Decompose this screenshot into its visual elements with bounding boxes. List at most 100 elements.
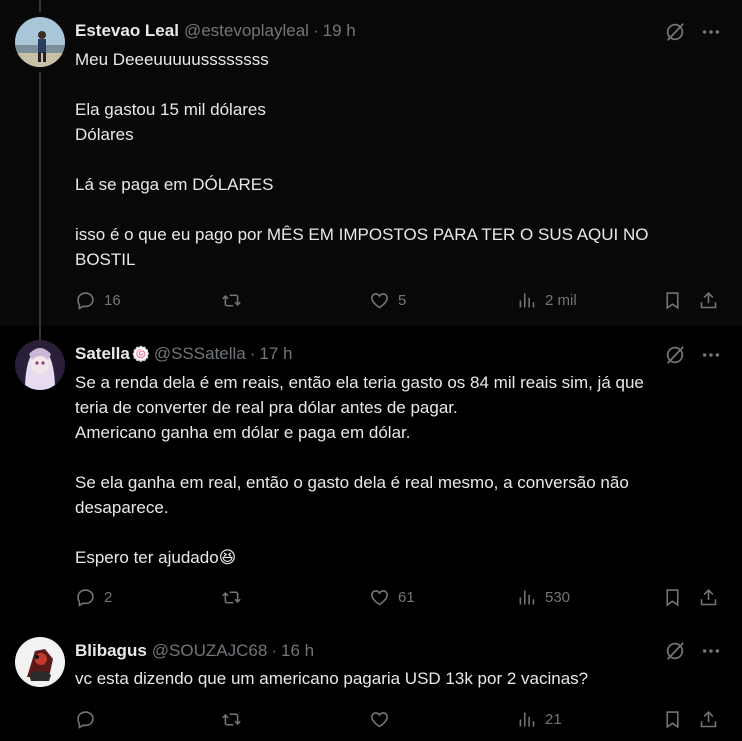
share-button[interactable] xyxy=(698,585,719,609)
tweet-header: Satella 🍥 @SSSatella · 17 h xyxy=(75,343,722,365)
tweet-header: Blibagus @SOUZAJC68 · 16 h xyxy=(75,640,722,662)
header-icons xyxy=(664,344,722,366)
views-count: 530 xyxy=(545,588,571,606)
tweet-text-line: Lá se paga em DÓLARES xyxy=(75,175,274,194)
tweet-text: Meu Deeeuuuuussssssss Ela gastou 15 mil d… xyxy=(75,47,714,272)
like-button[interactable] xyxy=(369,707,398,731)
views-button[interactable]: 530 xyxy=(516,585,570,609)
tweet-text-line: Espero ter ajudado😆 xyxy=(75,548,237,567)
reply-count: 2 xyxy=(104,588,113,606)
reply-icon xyxy=(77,588,94,607)
tweet-actions: 16 5 2 mil xyxy=(75,288,720,312)
tweet-actions: 2 61 530 xyxy=(75,585,720,609)
heart-icon xyxy=(371,292,388,308)
share-icon xyxy=(700,588,717,605)
retweet-button[interactable] xyxy=(221,707,250,731)
tweet-text-line xyxy=(75,72,714,97)
views-count: 2 mil xyxy=(545,291,577,309)
author-handle[interactable]: @estevoplayleal xyxy=(184,21,309,41)
share-icon xyxy=(700,291,717,308)
retweet-button[interactable] xyxy=(221,288,250,312)
timestamp[interactable]: 19 h xyxy=(323,21,356,41)
reply-button[interactable]: 2 xyxy=(75,585,112,609)
retweet-icon xyxy=(222,712,241,726)
share-button[interactable] xyxy=(698,707,719,731)
tweet-text-line xyxy=(75,197,714,222)
heart-icon xyxy=(371,711,388,727)
tweet[interactable]: Satella 🍥 @SSSatella · 17 h Se a renda d… xyxy=(0,326,742,622)
author-handle[interactable]: @SSSatella xyxy=(154,344,246,364)
avatar[interactable] xyxy=(15,17,65,67)
like-count: 5 xyxy=(398,291,407,309)
timestamp[interactable]: 17 h xyxy=(259,344,292,364)
grok-icon[interactable] xyxy=(664,640,686,662)
heart-icon xyxy=(371,589,388,605)
author-name[interactable]: Satella xyxy=(75,344,130,364)
views-icon xyxy=(519,590,535,604)
tweet-text-line: Americano ganha em dólar e paga em dólar… xyxy=(75,423,411,442)
tweet-text-line: Dólares xyxy=(75,125,134,144)
tweet-text-line: teria de converter de real pra dólar ant… xyxy=(75,398,458,417)
more-icon[interactable] xyxy=(700,640,722,662)
tweet-text-line: isso é o que eu pago por MÊS EM IMPOSTOS… xyxy=(75,225,649,244)
tweet[interactable]: Blibagus @SOUZAJC68 · 16 h vc esta dizen… xyxy=(0,622,742,741)
more-icon[interactable] xyxy=(700,344,722,366)
like-button[interactable]: 5 xyxy=(369,288,406,312)
avatar[interactable] xyxy=(15,340,65,390)
reply-icon xyxy=(77,291,94,310)
share-button[interactable] xyxy=(698,288,719,312)
tweet-text-line: desaparece. xyxy=(75,498,169,517)
tweet-text-line: Meu Deeeuuuuussssssss xyxy=(75,50,269,69)
tweet[interactable]: Estevao Leal @estevoplayleal · 19 h Meu … xyxy=(0,0,742,326)
thread-line-top xyxy=(39,0,41,12)
separator: · xyxy=(249,344,256,363)
tweet-text: vc esta dizendo que um americano pagaria… xyxy=(75,666,714,691)
views-count: 21 xyxy=(545,710,562,728)
tweet-text-line xyxy=(75,520,714,545)
author-name[interactable]: Blibagus xyxy=(75,641,147,661)
name-emoji: 🍥 xyxy=(131,345,151,363)
avatar[interactable] xyxy=(15,637,65,687)
timestamp[interactable]: 16 h xyxy=(281,641,314,661)
tweet-text-line: Ela gastou 15 mil dólares xyxy=(75,100,266,119)
like-button[interactable]: 61 xyxy=(369,585,415,609)
author-name[interactable]: Estevao Leal xyxy=(75,21,179,41)
grok-icon[interactable] xyxy=(664,344,686,366)
header-icons xyxy=(664,21,722,43)
tweet-text-line xyxy=(75,445,714,470)
bookmark-icon xyxy=(666,291,679,309)
header-icons xyxy=(664,640,722,662)
reply-icon xyxy=(77,710,94,729)
bookmark-button[interactable] xyxy=(662,585,683,609)
tweet-text-line: vc esta dizendo que um americano pagaria… xyxy=(75,669,589,688)
reply-button[interactable] xyxy=(75,707,104,731)
views-button[interactable]: 21 xyxy=(516,707,562,731)
views-icon xyxy=(519,712,535,726)
tweet-text-line: BOSTIL xyxy=(75,250,136,269)
retweet-button[interactable] xyxy=(221,585,250,609)
tweet-text-line: Se a renda dela é em reais, então ela te… xyxy=(75,373,644,392)
views-button[interactable]: 2 mil xyxy=(516,288,577,312)
thread-line-connector xyxy=(39,72,41,326)
share-icon xyxy=(700,710,717,727)
retweet-icon xyxy=(222,590,241,604)
more-icon[interactable] xyxy=(700,21,722,43)
bookmark-icon xyxy=(666,710,679,728)
like-count: 61 xyxy=(398,588,415,606)
bookmark-icon xyxy=(666,588,679,606)
separator: · xyxy=(312,21,319,40)
tweet-header: Estevao Leal @estevoplayleal · 19 h xyxy=(75,20,722,42)
tweet-text: Se a renda dela é em reais, então ela te… xyxy=(75,370,714,570)
tweet-text-line: Se ela ganha em real, então o gasto dela… xyxy=(75,473,629,492)
reply-button[interactable]: 16 xyxy=(75,288,121,312)
views-icon xyxy=(519,293,535,307)
reply-count: 16 xyxy=(104,291,121,309)
bookmark-button[interactable] xyxy=(662,707,683,731)
tweet-text-line xyxy=(75,147,714,172)
tweet-actions: 21 xyxy=(75,707,720,731)
grok-icon[interactable] xyxy=(664,21,686,43)
separator: · xyxy=(271,641,277,660)
retweet-icon xyxy=(222,293,241,307)
bookmark-button[interactable] xyxy=(662,288,683,312)
author-handle[interactable]: @SOUZAJC68 xyxy=(152,641,268,661)
